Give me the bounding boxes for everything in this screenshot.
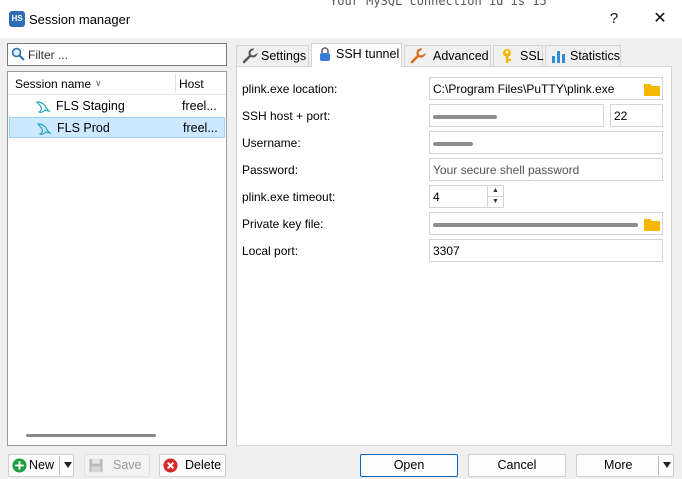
username-redacted-value [433, 136, 473, 150]
plus-icon [12, 458, 27, 473]
save-button[interactable]: Save [84, 454, 150, 477]
tree-header: Session name ∨ Host [8, 72, 226, 95]
timeout-label: plink.exe timeout: [242, 190, 336, 204]
dropdown-arrow-icon[interactable] [663, 462, 671, 468]
folder-icon[interactable] [644, 217, 660, 231]
filter-box[interactable] [7, 43, 227, 66]
key-icon [503, 49, 511, 63]
save-button-label: Save [113, 458, 142, 472]
horizontal-scrollbar[interactable] [26, 434, 156, 437]
username-field[interactable] [429, 131, 663, 154]
more-button[interactable]: More [576, 454, 674, 477]
session-host: freel... [182, 99, 217, 113]
lock-icon [320, 47, 330, 61]
folder-icon[interactable] [644, 82, 660, 96]
wrench-icon [242, 48, 258, 64]
session-tree[interactable]: Session name ∨ Host FLS Staging freel...… [7, 71, 227, 446]
column-header-host[interactable]: Host [179, 77, 204, 91]
split-divider [59, 456, 60, 475]
dropdown-arrow-icon[interactable] [64, 462, 72, 468]
help-button[interactable]: ? [600, 5, 628, 33]
column-divider[interactable] [175, 74, 176, 93]
delete-icon [163, 458, 178, 473]
plink-location-label: plink.exe location: [242, 82, 338, 96]
password-field[interactable] [429, 158, 663, 181]
more-button-label: More [604, 458, 633, 472]
spin-up-icon[interactable]: ▲ [488, 186, 503, 196]
session-row-fls-prod[interactable]: FLS Prod freel... [9, 117, 225, 138]
session-row-fls-staging[interactable]: FLS Staging freel... [9, 96, 225, 117]
tab-label: Settings [261, 49, 307, 63]
tab-label: Advanced [433, 49, 489, 63]
column-header-session-name[interactable]: Session name [15, 77, 91, 91]
username-label: Username: [242, 136, 301, 150]
tab-ssl[interactable]: SSL [493, 45, 544, 66]
delete-button[interactable]: Delete [159, 454, 226, 477]
private-key-field[interactable] [429, 212, 663, 235]
private-key-label: Private key file: [242, 217, 324, 231]
save-icon [89, 458, 103, 473]
split-divider [658, 456, 659, 475]
private-key-redacted-value [433, 217, 638, 231]
local-port-value: 3307 [433, 244, 460, 258]
close-button[interactable]: ✕ [646, 5, 674, 33]
title-bar: Your MySQL connection id is 15 HS Sessio… [0, 0, 682, 38]
local-port-label: Local port: [242, 244, 299, 258]
session-name: FLS Prod [57, 121, 110, 135]
ssh-host-label: SSH host + port: [242, 109, 331, 123]
dolphin-icon [36, 101, 51, 113]
timeout-stepper[interactable]: 4 ▲ ▼ [429, 185, 504, 208]
ssh-port-value: 22 [614, 109, 628, 123]
tab-label: SSL [520, 49, 544, 63]
background-console-text: Your MySQL connection id is 15 [330, 0, 547, 8]
plink-location-field[interactable]: C:\Program Files\PuTTY\plink.exe [429, 77, 663, 100]
password-input[interactable] [433, 163, 653, 177]
chevron-down-icon: ∨ [95, 78, 102, 88]
tab-label: Statistics [570, 49, 621, 63]
ssh-host-redacted-value [433, 109, 497, 123]
open-button-label: Open [393, 458, 425, 472]
new-button[interactable]: New [8, 454, 74, 477]
dolphin-icon [37, 123, 52, 135]
timeout-value: 4 [433, 190, 440, 204]
session-host: freel... [183, 121, 218, 135]
password-label: Password: [242, 163, 299, 177]
tab-label: SSH tunnel [336, 47, 400, 61]
ssh-host-field[interactable] [429, 104, 604, 127]
tab-statistics[interactable]: Statistics [545, 45, 621, 66]
cancel-button-label: Cancel [497, 458, 537, 472]
window-title: Session manager [29, 12, 131, 27]
cancel-button[interactable]: Cancel [468, 454, 566, 477]
timeout-spin-buttons: ▲ ▼ [487, 186, 503, 207]
tab-advanced[interactable]: Advanced [404, 45, 491, 66]
local-port-field[interactable]: 3307 [429, 239, 663, 262]
wrench-icon [410, 48, 426, 64]
tab-bar: Settings SSH tunnel Advanced SSL Statist… [236, 43, 682, 67]
filter-input[interactable] [28, 46, 218, 63]
plink-location-value: C:\Program Files\PuTTY\plink.exe [433, 82, 615, 96]
new-button-label: New [29, 458, 55, 472]
spin-down-icon[interactable]: ▼ [488, 196, 503, 206]
search-icon [11, 47, 25, 61]
tab-ssh-tunnel[interactable]: SSH tunnel [311, 43, 402, 67]
tab-settings[interactable]: Settings [236, 45, 309, 66]
app-icon: HS [9, 11, 25, 27]
session-name: FLS Staging [56, 99, 125, 113]
delete-button-label: Delete [185, 458, 222, 472]
ssh-port-field[interactable]: 22 [610, 104, 663, 127]
bar-chart-icon [552, 51, 565, 63]
open-button[interactable]: Open [360, 454, 458, 477]
